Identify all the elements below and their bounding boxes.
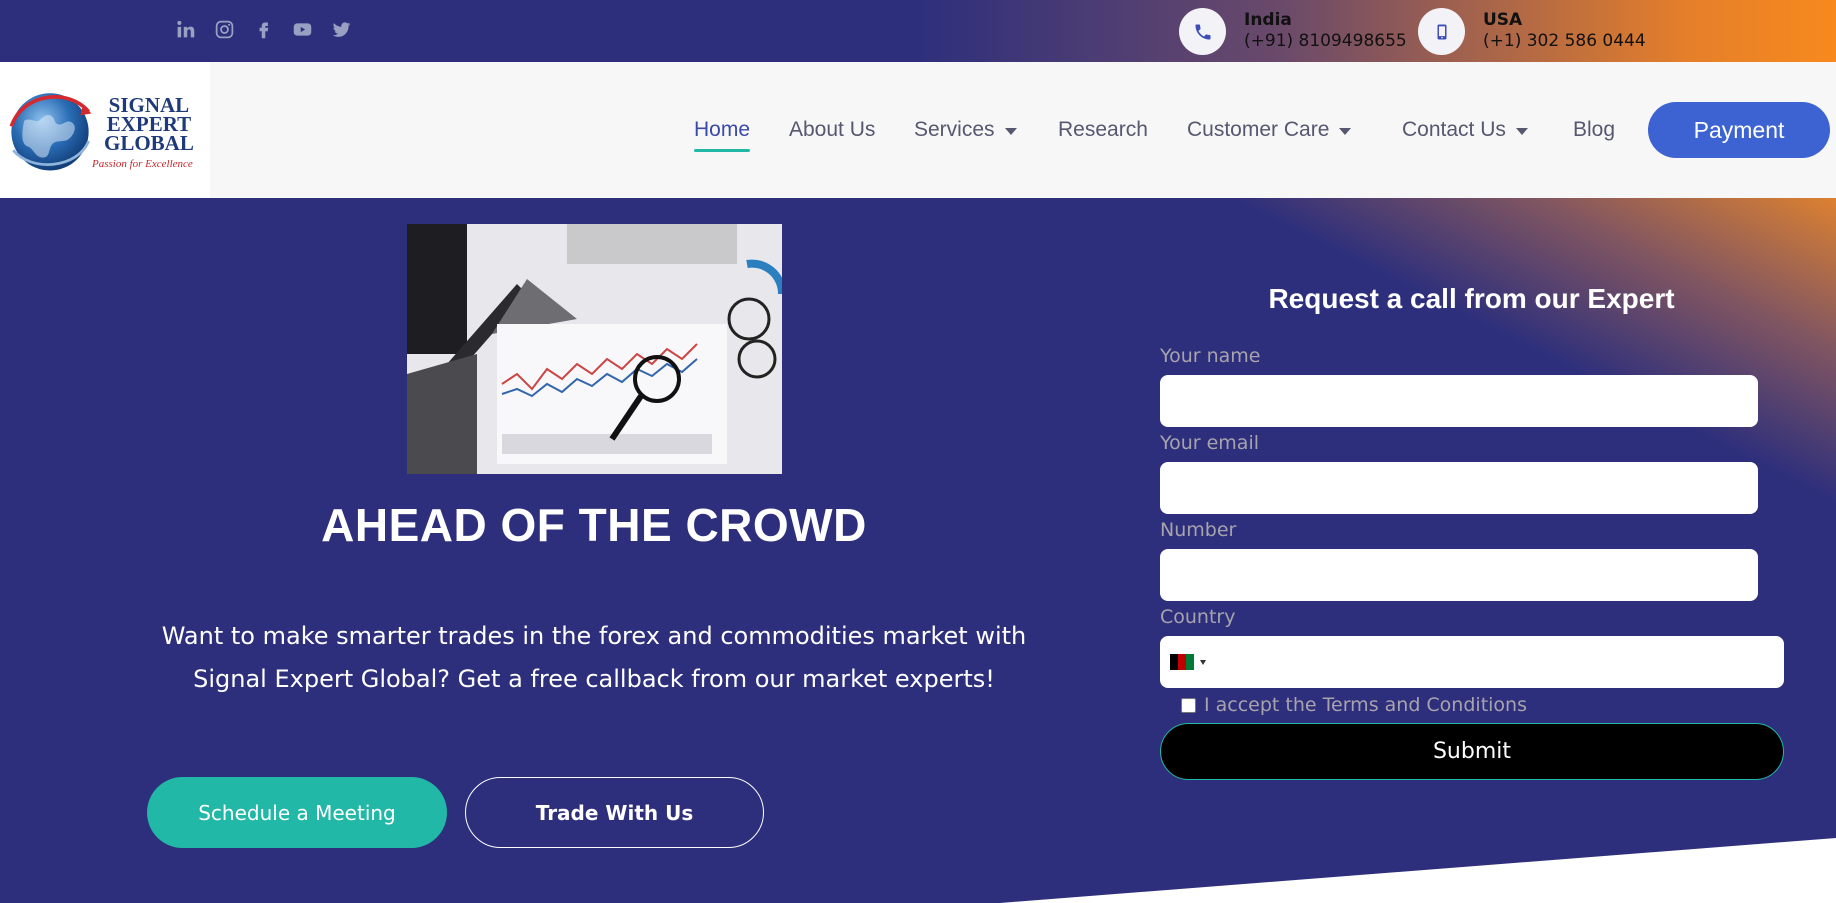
phone-icon[interactable] <box>1179 8 1226 55</box>
nav-home[interactable]: Home <box>694 118 751 152</box>
hero-image <box>407 224 782 474</box>
nav-label: Contact Us <box>1402 118 1506 141</box>
contact-usa: USA (+1) 302 586 0444 <box>1418 8 1646 55</box>
country-flag-icon[interactable] <box>1170 654 1194 670</box>
submit-button[interactable]: Submit <box>1160 723 1784 780</box>
brand-tagline: Passion for Excellence <box>92 158 193 170</box>
contact-number[interactable]: (+91) 8109498655 <box>1244 30 1407 52</box>
nav-customer-care[interactable]: Customer Care <box>1187 118 1352 142</box>
contact-country: India <box>1244 10 1292 30</box>
country-label: Country <box>1160 606 1236 628</box>
terms-checkbox[interactable] <box>1181 697 1196 713</box>
linkedin-icon[interactable] <box>174 18 197 41</box>
instagram-icon[interactable] <box>213 18 236 41</box>
payment-button[interactable]: Payment <box>1648 102 1830 158</box>
nav-about-us[interactable]: About Us <box>789 118 875 142</box>
hero-subtext: Want to make smarter trades in the forex… <box>161 622 1027 693</box>
contact-number[interactable]: (+1) 302 586 0444 <box>1483 30 1646 52</box>
mobile-icon[interactable] <box>1418 8 1465 55</box>
social-links <box>174 18 353 41</box>
form-title: Request a call from our Expert <box>1268 283 1675 314</box>
twitter-icon[interactable] <box>330 18 353 41</box>
hero-headline: AHEAD OF THE CROWD <box>321 499 867 551</box>
nav-services[interactable]: Services <box>914 118 1017 142</box>
schedule-meeting-button[interactable]: Schedule a Meeting <box>147 777 447 848</box>
logo[interactable]: SIGNAL EXPERT GLOBAL Passion for Excelle… <box>0 62 210 198</box>
brand-line-3: GLOBAL <box>104 131 194 155</box>
contact-country: USA <box>1483 10 1523 30</box>
nav-label: Blog <box>1573 118 1616 141</box>
terms-row: I accept the Terms and Conditions <box>1181 694 1527 716</box>
nav-blog[interactable]: Blog <box>1573 118 1615 142</box>
name-field[interactable] <box>1160 375 1758 427</box>
facebook-icon[interactable] <box>252 18 275 41</box>
trade-with-us-button[interactable]: Trade With Us <box>465 777 764 848</box>
chevron-down-icon <box>1004 127 1017 135</box>
name-label: Your name <box>1160 345 1261 367</box>
globe-logo-icon <box>9 93 92 171</box>
nav-label: About Us <box>789 118 876 141</box>
email-label: Your email <box>1160 432 1259 454</box>
terms-label: I accept the Terms and Conditions <box>1204 694 1527 716</box>
country-field[interactable] <box>1160 636 1784 688</box>
brand-name: SIGNAL EXPERT GLOBAL <box>104 95 194 155</box>
top-bar: India (+91) 8109498655 USA (+1) 302 586 … <box>0 0 1836 62</box>
number-field[interactable] <box>1160 549 1758 601</box>
email-field[interactable] <box>1160 462 1758 514</box>
chevron-down-icon <box>1339 127 1352 135</box>
contact-india: India (+91) 8109498655 <box>1179 8 1407 55</box>
number-label: Number <box>1160 519 1237 541</box>
nav-label: Services <box>914 118 995 141</box>
nav-research[interactable]: Research <box>1058 118 1148 142</box>
site-header: SIGNAL EXPERT GLOBAL Passion for Excelle… <box>0 62 1836 198</box>
chevron-down-icon[interactable] <box>1200 659 1206 665</box>
nav-label: Customer Care <box>1187 118 1330 141</box>
youtube-icon[interactable] <box>291 18 314 41</box>
chevron-down-icon <box>1515 127 1528 135</box>
nav-label: Research <box>1058 118 1148 141</box>
nav-label: Home <box>694 118 751 141</box>
nav-contact-us[interactable]: Contact Us <box>1402 118 1528 142</box>
